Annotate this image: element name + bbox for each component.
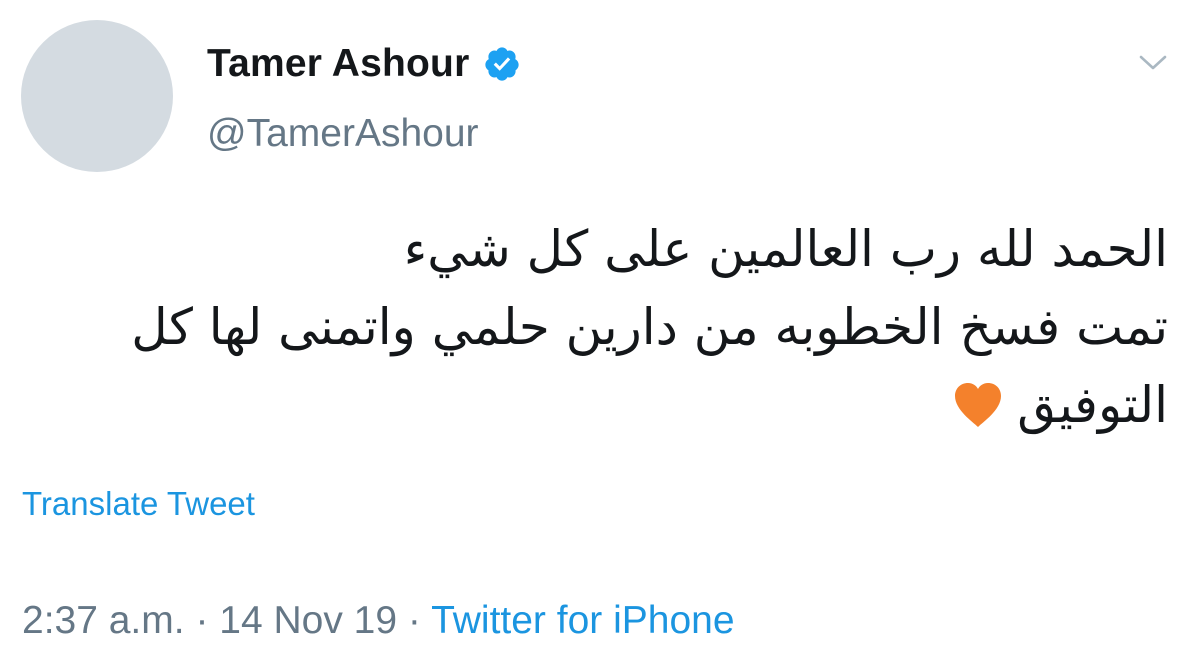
separator: · [195, 599, 209, 642]
tweet-text: الحمد لله رب العالمين على كل شيء تمت فسخ… [48, 210, 1168, 444]
orange-heart-icon [955, 383, 1002, 427]
separator: · [407, 599, 421, 642]
tweet-time[interactable]: 2:37 a.m. [22, 599, 185, 642]
tweet-metadata: 2:37 a.m. · 14 Nov 19 · Twitter for iPho… [22, 597, 735, 645]
verified-badge-icon [485, 47, 520, 81]
tweet-date[interactable]: 14 Nov 19 [219, 599, 397, 642]
avatar[interactable] [21, 20, 173, 172]
translate-tweet-link[interactable]: Translate Tweet [22, 482, 255, 526]
tweet-text-line-last: التوفيق [48, 366, 1168, 444]
tweet-text-line: تمت فسخ الخطوبه من دارين حلمي واتمنى لها… [131, 298, 1168, 356]
tweet-card: Tamer Ashour @TamerAshour الحمد لله رب ا… [0, 0, 1200, 669]
display-name[interactable]: Tamer Ashour [207, 42, 469, 86]
chevron-down-icon[interactable] [1138, 52, 1168, 74]
user-handle[interactable]: @TamerAshour [207, 108, 479, 160]
tweet-source-link[interactable]: Twitter for iPhone [431, 599, 734, 642]
tweet-text-line: الحمد لله رب العالمين على كل شيء [403, 220, 1168, 278]
author-name-row: Tamer Ashour [207, 38, 521, 90]
tweet-text-line: التوفيق [1017, 376, 1168, 434]
